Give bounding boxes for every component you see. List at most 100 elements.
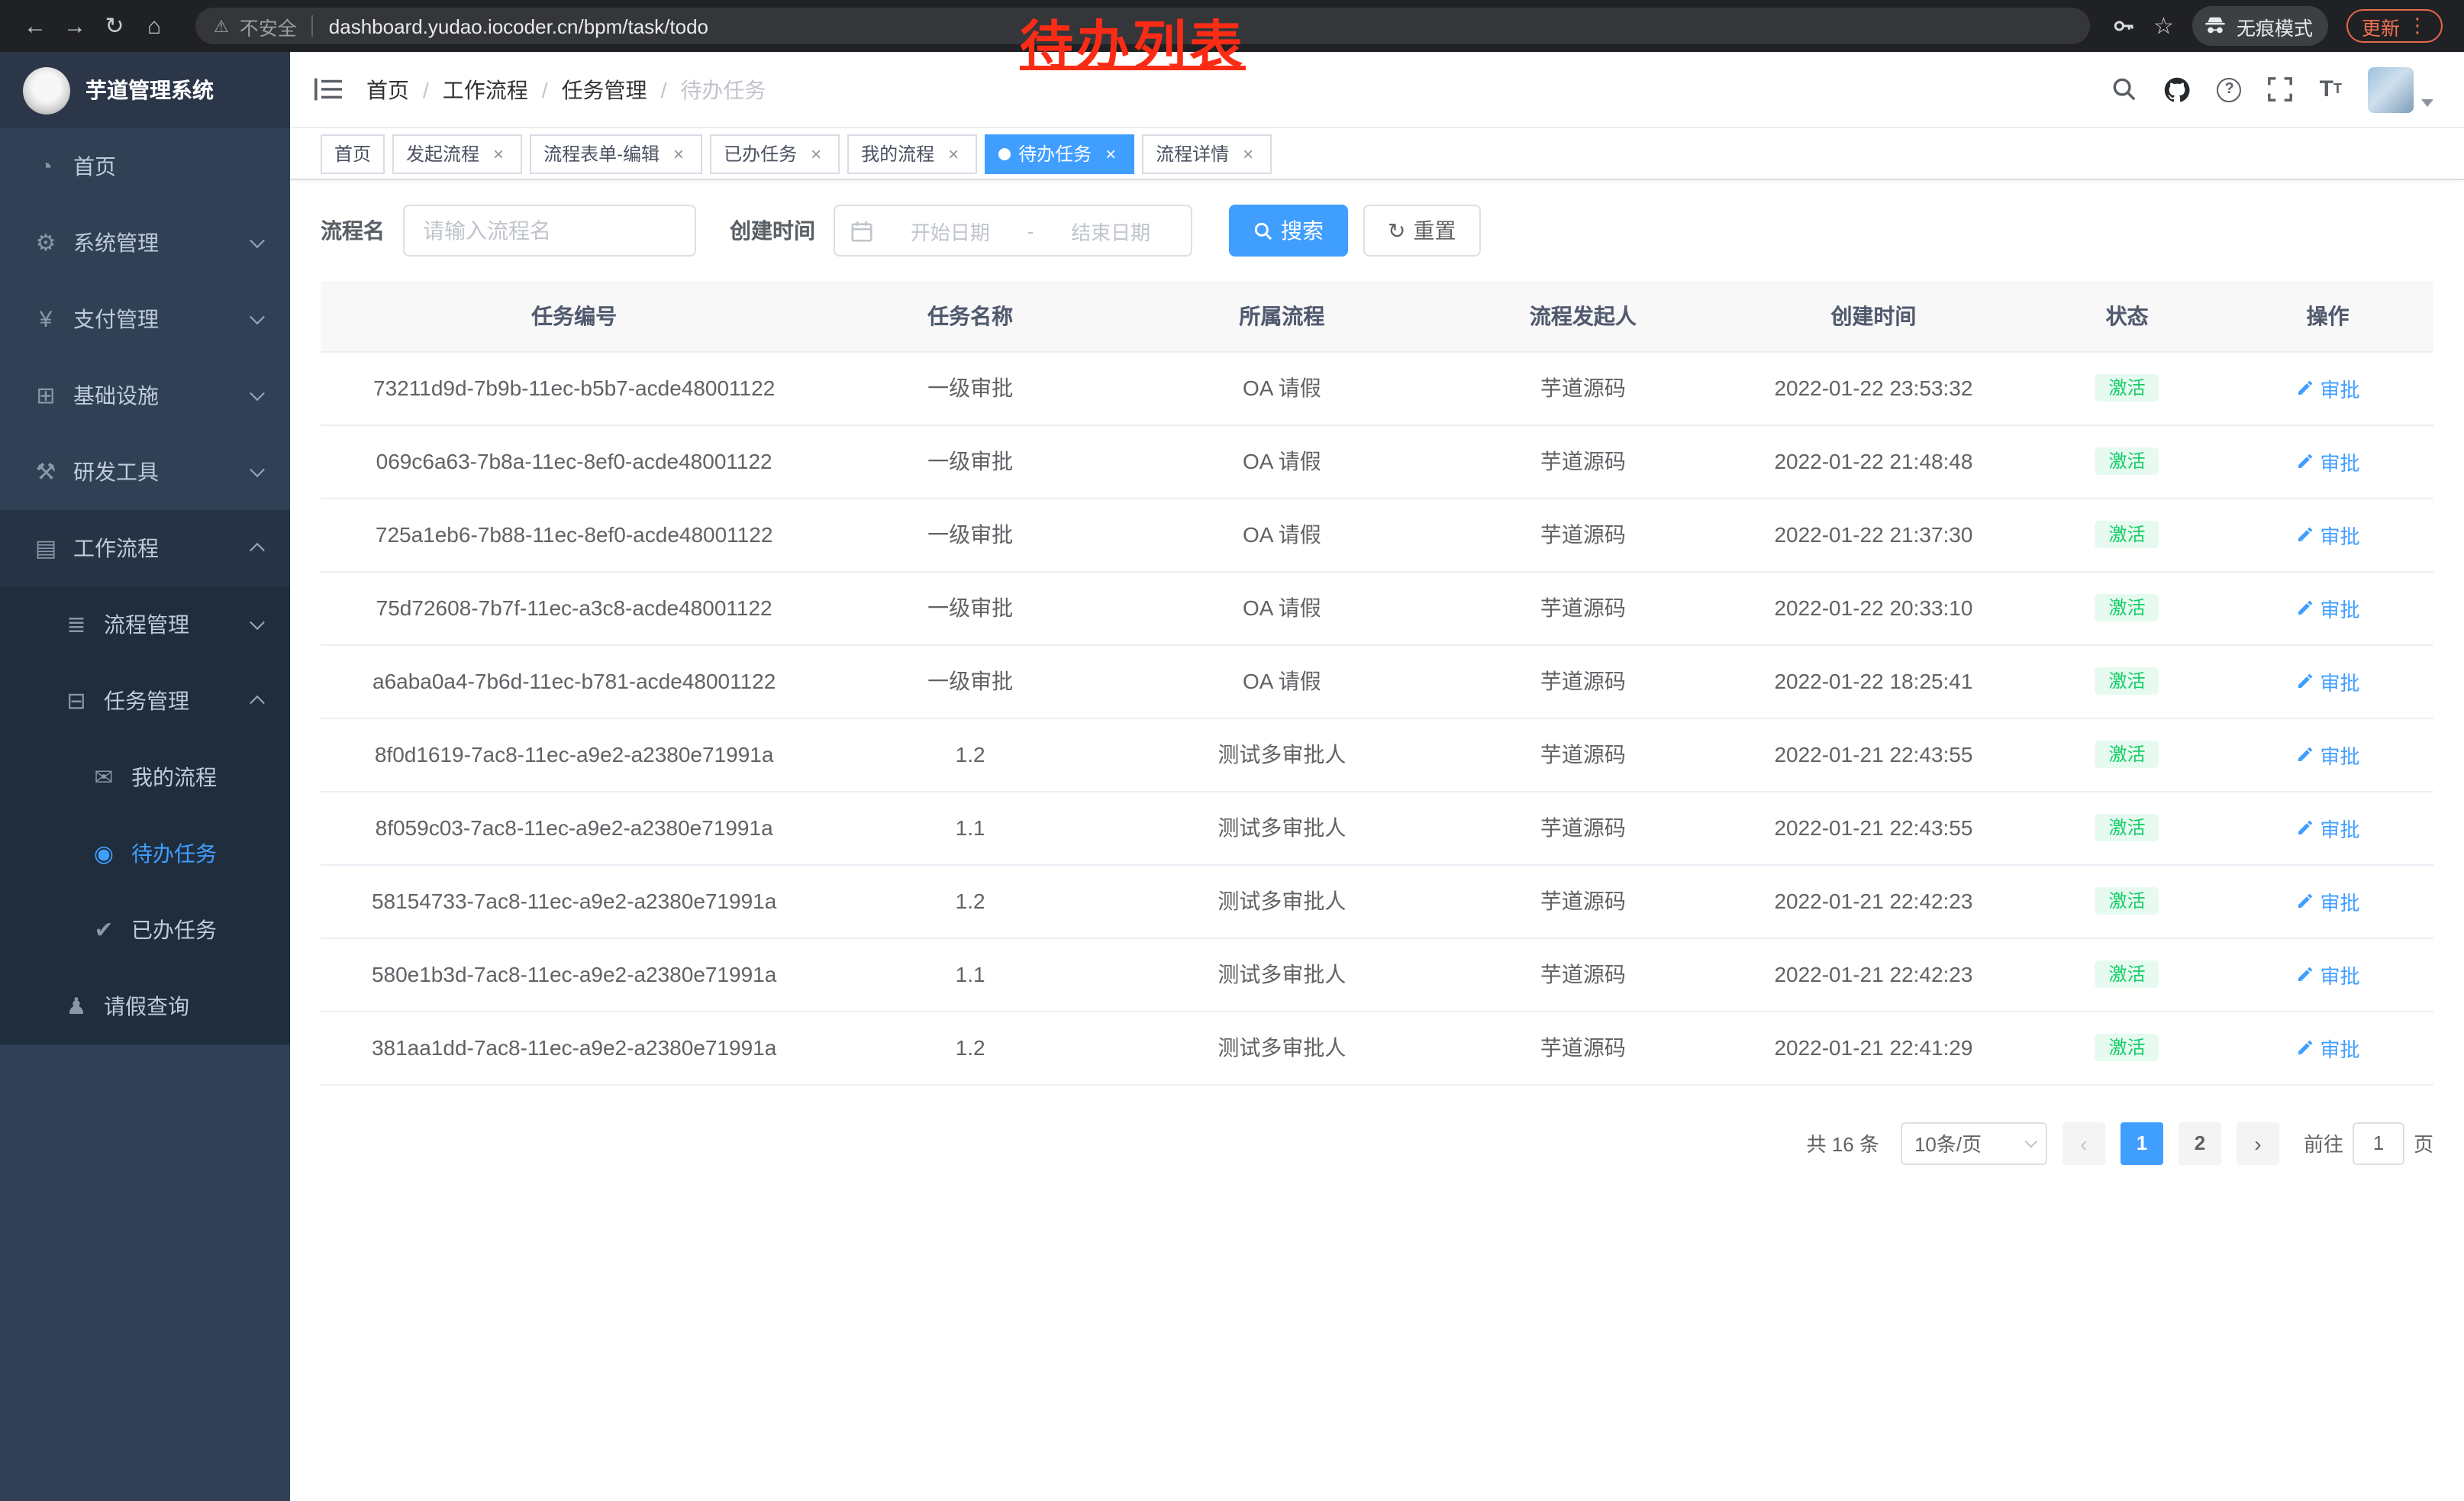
cell-task-name: 一级审批 — [827, 351, 1113, 424]
process-name-input[interactable] — [403, 205, 696, 257]
prev-page-button[interactable]: ‹ — [2062, 1122, 2105, 1164]
approve-link[interactable]: 审批 — [2296, 593, 2360, 622]
browser-update-button[interactable]: 更新 ⋮ — [2346, 9, 2443, 43]
annotation-text: 待办列表 — [1020, 3, 1246, 81]
breadcrumb-home[interactable]: 首页 — [366, 74, 443, 105]
sidebar-item-todo-tasks[interactable]: ◉ 待办任务 — [0, 815, 290, 892]
reset-button[interactable]: ↻ 重置 — [1363, 205, 1480, 257]
approve-link[interactable]: 审批 — [2296, 667, 2360, 696]
cell-initiator: 芋道源码 — [1451, 644, 1715, 718]
page-size-select[interactable]: 10条/页 — [1901, 1122, 2047, 1164]
tab-process-detail[interactable]: 流程详情 × — [1142, 134, 1272, 173]
edit-icon — [2296, 672, 2314, 690]
chevron-down-icon — [250, 386, 265, 401]
sidebar-item-workflow[interactable]: ▤ 工作流程 — [0, 510, 290, 586]
task-management-icon: ⊟ — [61, 687, 92, 715]
tab-home[interactable]: 首页 — [321, 134, 385, 173]
fullscreen-icon[interactable] — [2268, 76, 2294, 102]
breadcrumb-task-management[interactable]: 任务管理 — [562, 74, 681, 105]
sidebar-item-task-management[interactable]: ⊟ 任务管理 — [0, 663, 290, 739]
approve-link[interactable]: 审批 — [2296, 960, 2360, 989]
sidebar-item-process-management[interactable]: ≣ 流程管理 — [0, 586, 290, 663]
tab-start-process[interactable]: 发起流程 × — [392, 134, 522, 173]
cell-created: 2022-01-22 20:33:10 — [1715, 571, 2032, 644]
forward-icon[interactable]: → — [55, 6, 95, 46]
date-range-picker[interactable]: 开始日期 - 结束日期 — [834, 205, 1192, 257]
tab-my-process[interactable]: 我的流程 × — [847, 134, 977, 173]
cell-action: 审批 — [2222, 644, 2433, 718]
question-icon[interactable]: ? — [2217, 77, 2242, 102]
cell-task-id: a6aba0a4-7b6d-11ec-b781-acde48001122 — [321, 644, 827, 718]
update-label: 更新 — [2362, 11, 2400, 40]
col-action: 操作 — [2222, 281, 2433, 351]
sidebar-item-payment[interactable]: ¥ 支付管理 — [0, 281, 290, 357]
back-icon[interactable]: ← — [15, 6, 55, 46]
search-button[interactable]: 搜索 — [1229, 205, 1348, 257]
approve-link[interactable]: 审批 — [2296, 813, 2360, 842]
close-icon[interactable]: × — [489, 144, 508, 163]
sidebar-item-done-tasks[interactable]: ✔ 已办任务 — [0, 892, 290, 968]
sidebar-item-system[interactable]: ⚙ 系统管理 — [0, 205, 290, 281]
dashboard-icon: ◔ — [31, 153, 61, 179]
total-count: 共 16 条 — [1807, 1128, 1879, 1157]
search-icon[interactable] — [2112, 76, 2138, 102]
cell-task-name: 1.1 — [827, 938, 1113, 1011]
infrastructure-icon: ⊞ — [31, 382, 61, 409]
incognito-badge[interactable]: 无痕模式 — [2192, 6, 2328, 46]
page-button-1[interactable]: 1 — [2121, 1122, 2163, 1164]
sidebar-fold-icon[interactable] — [314, 78, 342, 101]
sidebar-item-my-process[interactable]: ✉ 我的流程 — [0, 739, 290, 815]
kebab-menu-icon[interactable]: ⋮ — [2408, 14, 2427, 38]
sidebar-item-devtools[interactable]: ⚒ 研发工具 — [0, 434, 290, 510]
goto-page-input[interactable] — [2353, 1122, 2404, 1164]
bookmark-star-icon[interactable]: ☆ — [2153, 12, 2174, 40]
sidebar-item-leave-query[interactable]: ♟ 请假查询 — [0, 968, 290, 1044]
close-icon[interactable]: × — [669, 144, 689, 163]
approve-link[interactable]: 审批 — [2296, 1033, 2360, 1062]
cell-task-id: 381aa1dd-7ac8-11ec-a9e2-a2380e71991a — [321, 1011, 827, 1084]
approve-link[interactable]: 审批 — [2296, 373, 2360, 402]
status-badge: 激活 — [2095, 887, 2159, 915]
user-menu[interactable] — [2368, 66, 2433, 112]
app-logo[interactable]: 芋道管理系统 — [0, 52, 290, 128]
approve-link[interactable]: 审批 — [2296, 520, 2360, 549]
tab-process-form-edit[interactable]: 流程表单-编辑 × — [530, 134, 702, 173]
cell-action: 审批 — [2222, 938, 2433, 1011]
cell-action: 审批 — [2222, 498, 2433, 571]
tab-done-tasks[interactable]: 已办任务 × — [710, 134, 840, 173]
approve-link[interactable]: 审批 — [2296, 886, 2360, 915]
table-row: 8f0d1619-7ac8-11ec-a9e2-a2380e71991a 1.2… — [321, 718, 2433, 791]
approve-link[interactable]: 审批 — [2296, 447, 2360, 476]
chevron-down-icon — [250, 233, 265, 248]
cell-created: 2022-01-21 22:42:23 — [1715, 864, 2032, 938]
github-icon[interactable] — [2164, 76, 2191, 103]
tab-todo-tasks[interactable]: 待办任务 × — [985, 134, 1134, 173]
page-button-2[interactable]: 2 — [2179, 1122, 2221, 1164]
sidebar-item-infrastructure[interactable]: ⊞ 基础设施 — [0, 357, 290, 434]
close-icon[interactable]: × — [806, 144, 826, 163]
cell-created: 2022-01-21 22:43:55 — [1715, 791, 2032, 864]
status-badge: 激活 — [2095, 594, 2159, 621]
chevron-down-icon — [250, 462, 265, 477]
chevron-up-icon — [250, 543, 265, 558]
font-size-icon[interactable]: TT — [2320, 78, 2342, 101]
cell-created: 2022-01-22 21:48:48 — [1715, 424, 2032, 498]
table-row: 580e1b3d-7ac8-11ec-a9e2-a2380e71991a 1.1… — [321, 938, 2433, 1011]
navbar-actions: ? TT — [2112, 66, 2433, 112]
close-icon[interactable]: × — [943, 144, 963, 163]
sidebar-item-home[interactable]: ◔ 首页 — [0, 128, 290, 205]
cell-task-name: 1.2 — [827, 864, 1113, 938]
close-icon[interactable]: × — [1238, 144, 1258, 163]
cell-task-id: 8f0d1619-7ac8-11ec-a9e2-a2380e71991a — [321, 718, 827, 791]
close-icon[interactable]: × — [1101, 144, 1121, 163]
app-window: 芋道管理系统 ◔ 首页 ⚙ 系统管理 ¥ 支付管理 ⊞ 基础设施 — [0, 52, 2464, 1501]
breadcrumb-workflow[interactable]: 工作流程 — [443, 74, 562, 105]
cell-task-id: 580e1b3d-7ac8-11ec-a9e2-a2380e71991a — [321, 938, 827, 1011]
status-badge: 激活 — [2095, 814, 2159, 841]
reload-icon[interactable]: ↻ — [95, 6, 134, 46]
key-icon[interactable] — [2111, 14, 2135, 38]
home-icon[interactable]: ⌂ — [134, 6, 174, 46]
next-page-button[interactable]: › — [2237, 1122, 2279, 1164]
chevron-down-icon — [2024, 1135, 2037, 1148]
approve-link[interactable]: 审批 — [2296, 740, 2360, 769]
